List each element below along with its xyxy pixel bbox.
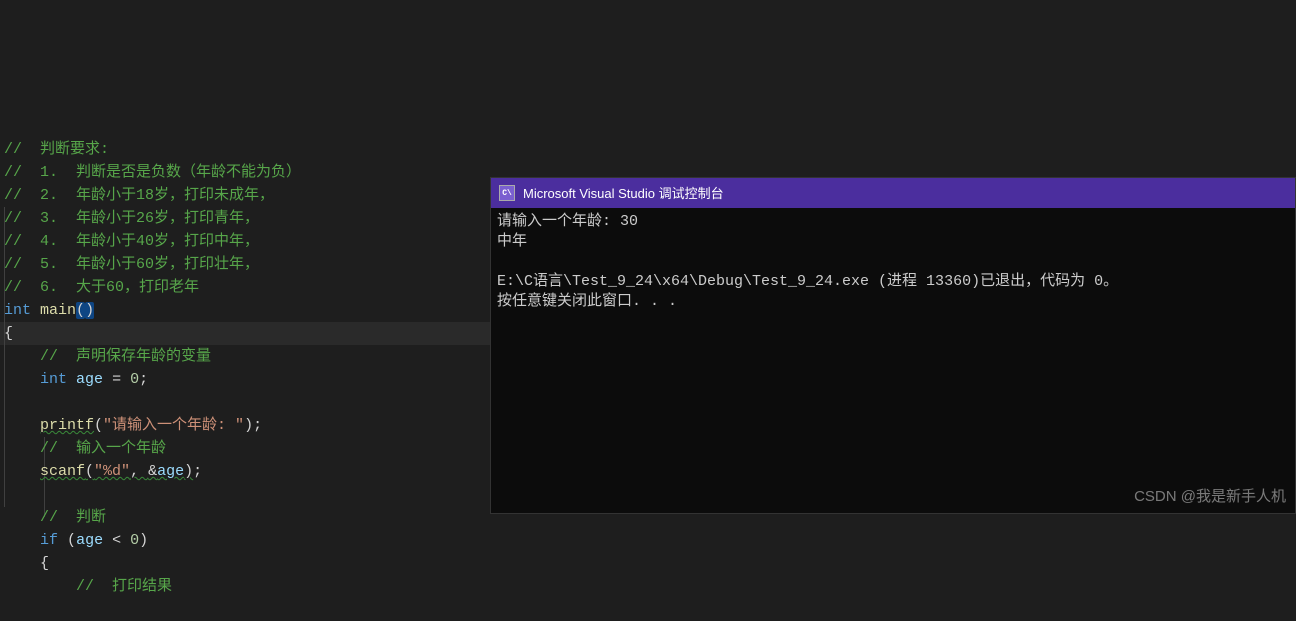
console-line: 按任意键关闭此窗口. . . (497, 293, 677, 310)
paren-close: ) (184, 463, 193, 480)
console-output[interactable]: 请输入一个年龄: 30 中年 E:\C语言\Test_9_24\x64\Debu… (491, 208, 1295, 316)
keyword-int: int (40, 371, 67, 388)
comment-line: // 4. 年龄小于40岁，打印中年， (4, 233, 259, 250)
number-zero: 0 (130, 532, 139, 549)
console-line: 请输入一个年龄: 30 (497, 213, 638, 230)
console-titlebar[interactable]: C\ Microsoft Visual Studio 调试控制台 (491, 178, 1295, 208)
paren-close: ) (139, 532, 148, 549)
semicolon: ; (139, 371, 148, 388)
paren-open: ( (94, 417, 103, 434)
brace-open: { (4, 325, 13, 342)
comment-line: // 5. 年龄小于60岁，打印壮年， (4, 256, 259, 273)
number-zero: 0 (130, 371, 139, 388)
code-editor[interactable]: // 判断要求: // 1. 判断是否是负数（年龄不能为负） // 2. 年龄小… (0, 0, 490, 514)
comment-line: // 输入一个年龄 (40, 440, 166, 457)
variable-age: age (76, 371, 103, 388)
variable-age: age (76, 532, 103, 549)
debug-console-window[interactable]: C\ Microsoft Visual Studio 调试控制台 请输入一个年龄… (490, 177, 1296, 514)
keyword-int: int (4, 302, 31, 319)
comment-line: // 判断 (40, 509, 106, 526)
paren-open: ( (85, 463, 94, 480)
comment-line: // 1. 判断是否是负数（年龄不能为负） (4, 164, 301, 181)
comment-line: // 判断要求: (4, 141, 109, 158)
brace-open: { (40, 555, 49, 572)
comment-line: // 打印结果 (76, 578, 172, 595)
paren-close: ) (244, 417, 253, 434)
vs-console-icon: C\ (499, 185, 515, 201)
comment-line: // 声明保存年龄的变量 (40, 348, 211, 365)
paren-open: ( (67, 532, 76, 549)
operator-lt: < (103, 532, 130, 549)
string-format: "%d" (94, 463, 130, 480)
function-main: main (40, 302, 76, 319)
comment-line: // 3. 年龄小于26岁，打印青年， (4, 210, 259, 227)
operator-assign: = (103, 371, 130, 388)
code-content: // 判断要求: // 1. 判断是否是负数（年龄不能为负） // 2. 年龄小… (4, 115, 490, 598)
keyword-if: if (40, 532, 58, 549)
operator-addressof: & (148, 463, 157, 480)
paren-open: ( (76, 302, 85, 319)
semicolon: ; (253, 417, 262, 434)
paren-close: ) (85, 302, 94, 319)
console-line: 中年 (497, 233, 527, 250)
comment-line: // 2. 年龄小于18岁，打印未成年， (4, 187, 274, 204)
console-title: Microsoft Visual Studio 调试控制台 (523, 182, 724, 205)
csdn-watermark: CSDN @我是新手人机 (1134, 485, 1286, 508)
semicolon: ; (193, 463, 202, 480)
string-prompt: "请输入一个年龄: " (103, 417, 244, 434)
console-line: E:\C语言\Test_9_24\x64\Debug\Test_9_24.exe… (497, 273, 1118, 290)
comment-line: // 6. 大于60，打印老年 (4, 279, 199, 296)
comma: , (130, 463, 148, 480)
variable-age: age (157, 463, 184, 480)
function-scanf: scanf (40, 463, 85, 480)
function-printf: printf (40, 417, 94, 434)
